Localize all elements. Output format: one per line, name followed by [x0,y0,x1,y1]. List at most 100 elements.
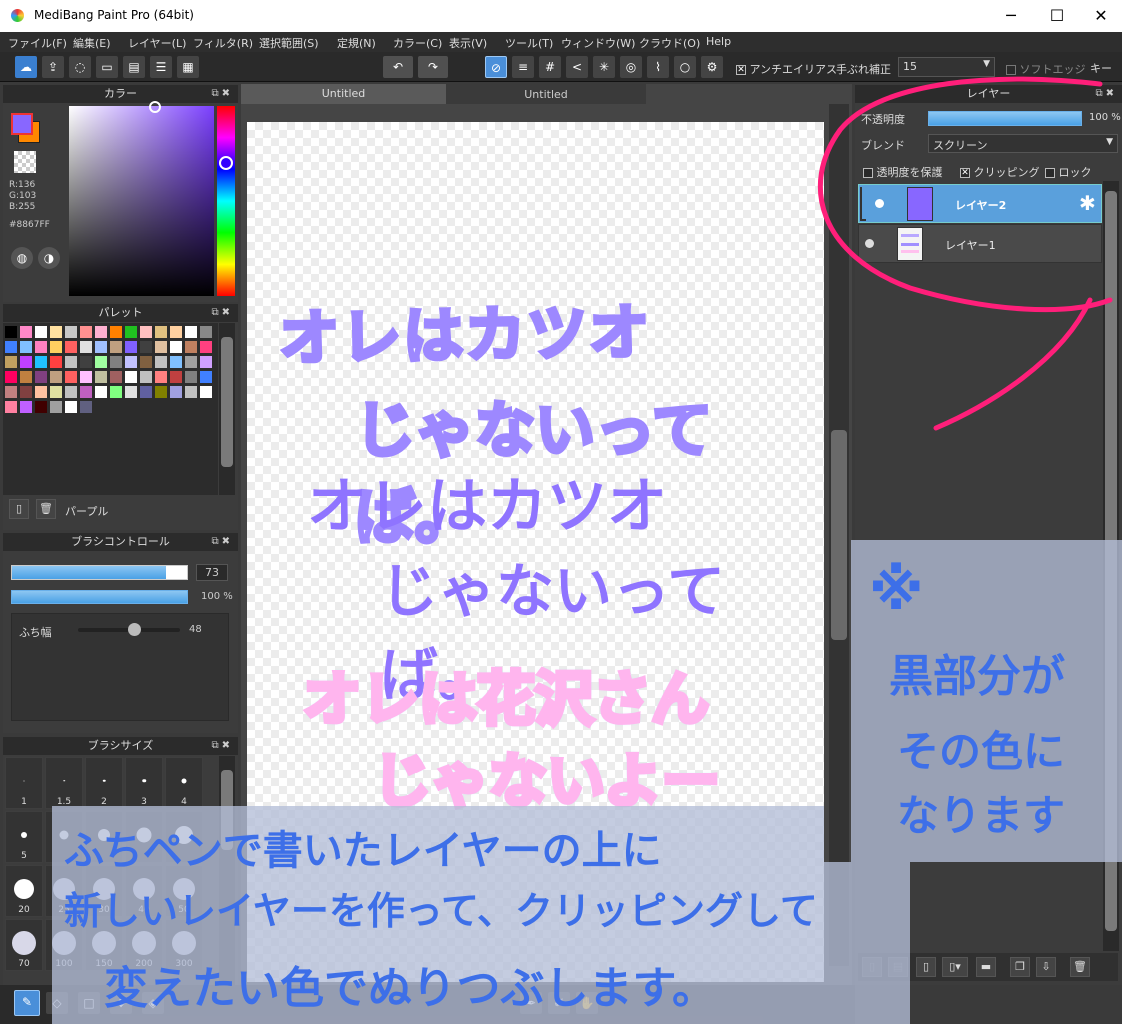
menu-file[interactable]: ファイル(F) [8,35,67,51]
menu-edit[interactable]: 編集(E) [73,35,111,51]
menu-cloud[interactable]: クラウド(O) [639,35,700,51]
radial-snap-icon[interactable]: ✳ [593,56,615,78]
foreground-color-swatch[interactable] [11,113,33,135]
palette-scrollbar[interactable] [219,323,235,495]
panel-controls-icon[interactable]: ⧉✖ [211,533,233,551]
redo-icon[interactable]: ↷ [418,56,448,78]
palette-swatch[interactable] [140,326,152,338]
palette-swatch[interactable] [35,326,47,338]
palette-swatch[interactable] [20,401,32,413]
brush-opacity-slider[interactable] [11,590,188,604]
brush-tool-icon[interactable]: ✎ [14,990,40,1016]
palette-swatch[interactable] [5,386,17,398]
duplicate-layer-icon[interactable]: ❐ [1010,957,1030,977]
palette-swatch[interactable] [125,326,137,338]
tab-untitled-1[interactable]: Untitled [241,84,446,104]
parallel-snap-icon[interactable]: ≡ [512,56,534,78]
palette-swatch[interactable] [95,326,107,338]
palette-swatch[interactable] [50,356,62,368]
palette-swatch[interactable] [5,371,17,383]
palette-swatch[interactable] [20,341,32,353]
palette-swatch[interactable] [170,386,182,398]
palette-swatch[interactable] [50,341,62,353]
palette-swatch[interactable] [95,356,107,368]
brush-size-slider[interactable] [11,565,188,580]
menu-window[interactable]: ウィンドウ(W) [561,35,635,51]
delete-palette-icon[interactable]: 🗑 [36,499,56,519]
palette-swatch[interactable] [80,386,92,398]
palette-swatch[interactable] [185,386,197,398]
hue-slider[interactable] [217,106,235,296]
palette-swatch[interactable] [80,371,92,383]
transparent-swatch-icon[interactable] [14,151,36,173]
comment-icon[interactable]: ▭ [96,56,118,78]
palette-swatch[interactable] [185,371,197,383]
palette-swatch[interactable] [155,326,167,338]
merge-layer-icon[interactable]: ⇩ [1036,957,1056,977]
folder-icon[interactable]: ▬ [976,957,996,977]
palette-swatch[interactable] [155,341,167,353]
palette-swatch[interactable] [200,341,212,353]
delete-layer-icon[interactable]: 🗑 [1070,957,1090,977]
palette-swatch[interactable] [125,356,137,368]
palette-swatch[interactable] [65,356,77,368]
palette-swatch[interactable] [185,356,197,368]
palette-swatch[interactable] [5,341,17,353]
minimize-button[interactable]: ─ [988,0,1034,32]
palette-swatch[interactable] [110,326,122,338]
palette-swatch[interactable] [110,386,122,398]
brush-size-option[interactable]: 1 [5,757,43,809]
brush-size-option[interactable]: 20 [5,865,43,917]
list-icon[interactable]: ☰ [150,56,172,78]
palette-swatch[interactable] [200,386,212,398]
palette-swatch[interactable] [155,386,167,398]
menu-layer[interactable]: レイヤー(L) [128,35,186,51]
brush-size-option[interactable]: 5 [5,811,43,863]
palette-swatch[interactable] [140,356,152,368]
palette-swatch[interactable] [80,326,92,338]
saturation-value-picker[interactable] [69,101,214,296]
palette-swatch[interactable] [170,326,182,338]
palette-scroll-thumb[interactable] [221,337,233,467]
palette-swatch[interactable] [110,371,122,383]
panel-controls-icon[interactable]: ⧉✖ [211,304,233,322]
palette-swatch[interactable] [95,371,107,383]
canvas-scroll-thumb[interactable] [831,430,847,640]
palette-swatch[interactable] [95,386,107,398]
palette-swatch[interactable] [140,341,152,353]
brush-size-option[interactable]: 2 [85,757,123,809]
page-icon[interactable]: ▤ [123,56,145,78]
palette-swatch[interactable] [110,341,122,353]
palette-swatch[interactable] [140,386,152,398]
palette-swatch[interactable] [125,386,137,398]
palette-swatch[interactable] [20,356,32,368]
brush-size-option[interactable]: 1.5 [45,757,83,809]
vanish-snap-icon[interactable]: < [566,56,588,78]
palette-swatch[interactable] [110,356,122,368]
palette-swatch[interactable] [80,341,92,353]
palette-swatch[interactable] [200,326,212,338]
add-layer-menu-icon[interactable]: ▯▾ [942,957,968,977]
palette-swatch[interactable] [170,341,182,353]
cloud-icon[interactable]: ☁ [15,56,37,78]
palette-swatch[interactable] [65,326,77,338]
palette-swatch[interactable] [185,341,197,353]
undo-icon[interactable]: ↶ [383,56,413,78]
palette-swatch[interactable] [50,386,62,398]
palette-swatch[interactable] [125,371,137,383]
color-picker-icon[interactable]: ◑ [38,247,60,269]
palette-swatch[interactable] [35,386,47,398]
menu-ruler[interactable]: 定規(N) [337,35,376,51]
palette-swatch[interactable] [200,356,212,368]
palette-swatch[interactable] [5,326,17,338]
menu-filter[interactable]: フィルタ(R) [193,35,253,51]
palette-swatch[interactable] [35,341,47,353]
tab-untitled-2[interactable]: Untitled [446,84,646,104]
palette-swatch[interactable] [185,326,197,338]
concentric-snap-icon[interactable]: ◎ [620,56,642,78]
palette-swatch[interactable] [155,371,167,383]
palette-swatch[interactable] [65,386,77,398]
speech-bubble-icon[interactable]: ◌ [69,56,91,78]
edge-width-knob[interactable] [128,623,142,636]
panel-controls-icon[interactable]: ⧉✖ [211,85,233,103]
